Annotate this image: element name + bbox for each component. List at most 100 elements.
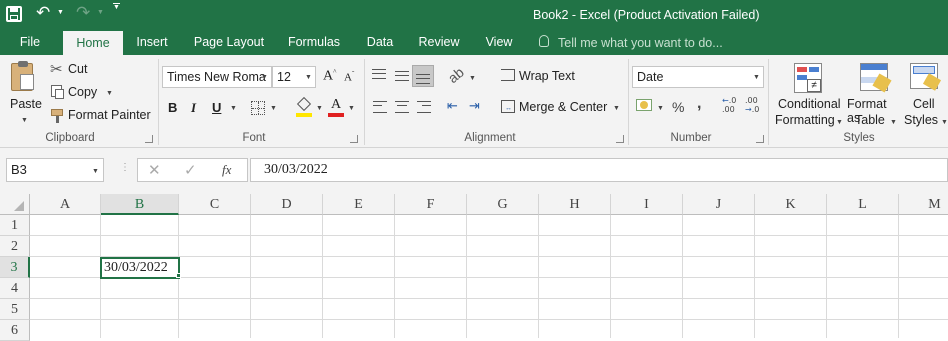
select-all-corner[interactable] — [0, 194, 30, 215]
format-painter-icon[interactable] — [51, 109, 63, 123]
cut-icon[interactable]: ✂ — [50, 60, 63, 78]
column-header-c[interactable]: C — [179, 194, 251, 215]
name-box-dropdown-icon[interactable]: ▼ — [92, 168, 99, 175]
accounting-format-dropdown-icon[interactable]: ▼ — [657, 105, 664, 112]
orientation-icon[interactable]: ab — [445, 64, 467, 86]
merge-center-button[interactable]: Merge & Center — [519, 100, 607, 114]
row-header-1[interactable]: 1 — [0, 215, 30, 236]
cell-b3[interactable]: 30/03/2022 — [100, 257, 181, 279]
copy-button[interactable]: Copy — [68, 85, 97, 99]
underline-dropdown-icon[interactable]: ▼ — [230, 105, 237, 112]
tab-view[interactable]: View — [477, 30, 521, 55]
align-top-icon[interactable] — [372, 69, 386, 79]
cut-button[interactable]: Cut — [68, 62, 87, 76]
tab-formulas[interactable]: Formulas — [280, 30, 348, 55]
borders-icon[interactable] — [251, 101, 265, 115]
align-bottom-icon[interactable] — [412, 65, 434, 87]
increase-indent-icon[interactable]: ⇥ — [469, 99, 480, 114]
worksheet-grid[interactable]: A B C D E F G H I J K L M 1 2 3 4 5 6 30… — [0, 194, 948, 341]
comma-style-button[interactable]: , — [697, 95, 701, 113]
align-left-icon[interactable] — [373, 101, 387, 113]
percent-style-button[interactable]: % — [672, 99, 684, 115]
row-header-3[interactable]: 3 — [0, 257, 30, 278]
tab-review[interactable]: Review — [411, 30, 467, 55]
clipboard-launcher-icon[interactable] — [145, 135, 153, 143]
insert-function-icon[interactable]: fx — [222, 162, 231, 178]
accounting-format-icon[interactable] — [636, 99, 652, 111]
format-as-table-button[interactable]: Format as Table ▼ — [845, 59, 903, 129]
undo-dropdown-icon[interactable]: ▼ — [57, 9, 64, 16]
borders-dropdown-icon[interactable]: ▼ — [270, 105, 277, 112]
copy-dropdown-icon[interactable]: ▼ — [106, 90, 113, 97]
column-header-l[interactable]: L — [827, 194, 899, 215]
align-right-icon[interactable] — [417, 101, 431, 113]
italic-button[interactable]: I — [191, 100, 196, 116]
merge-center-dropdown-icon[interactable]: ▼ — [613, 105, 620, 112]
tab-insert[interactable]: Insert — [128, 30, 176, 55]
tab-data[interactable]: Data — [358, 30, 402, 55]
font-name-dropdown-icon[interactable]: ▼ — [261, 74, 268, 81]
column-header-a[interactable]: A — [30, 194, 101, 215]
tell-me-search[interactable]: Tell me what you want to do... — [558, 36, 723, 50]
decrease-decimal-icon[interactable]: .00 →.0 — [745, 96, 759, 114]
font-name-select[interactable]: Times New Roma — [162, 66, 272, 88]
tab-file[interactable]: File — [10, 30, 50, 55]
redo-dropdown-icon[interactable]: ▼ — [97, 9, 104, 16]
font-color-dropdown-icon[interactable]: ▼ — [348, 105, 355, 112]
column-header-i[interactable]: I — [611, 194, 683, 215]
copy-icon[interactable] — [51, 85, 64, 99]
row-header-2[interactable]: 2 — [0, 236, 30, 257]
align-middle-icon[interactable] — [395, 71, 409, 81]
increase-font-size-icon[interactable]: A^ — [323, 68, 336, 85]
save-icon[interactable] — [6, 6, 22, 22]
name-box[interactable]: B3 — [6, 158, 104, 182]
column-header-e[interactable]: E — [323, 194, 395, 215]
column-header-d[interactable]: D — [251, 194, 323, 215]
paste-button[interactable]: Paste ▼ — [6, 61, 42, 129]
cancel-formula-icon[interactable]: ✕ — [148, 161, 161, 179]
number-format-select[interactable]: Date — [632, 66, 764, 88]
alignment-launcher-icon[interactable] — [616, 135, 624, 143]
column-header-f[interactable]: F — [395, 194, 467, 215]
formula-value: 30/03/2022 — [264, 162, 328, 177]
column-header-h[interactable]: H — [539, 194, 611, 215]
fill-color-icon[interactable] — [296, 96, 312, 117]
align-center-icon[interactable] — [395, 101, 409, 113]
fill-handle[interactable] — [176, 273, 181, 278]
number-launcher-icon[interactable] — [756, 135, 764, 143]
bold-button[interactable]: B — [168, 100, 177, 115]
format-painter-button[interactable]: Format Painter — [68, 108, 151, 122]
tab-home[interactable]: Home — [63, 31, 123, 55]
merge-center-icon[interactable]: ↔ — [501, 100, 515, 113]
column-header-g[interactable]: G — [467, 194, 539, 215]
customize-quick-access-icon[interactable]: ▼ — [113, 3, 120, 13]
tab-page-layout[interactable]: Page Layout — [186, 30, 272, 55]
row-header-4[interactable]: 4 — [0, 278, 30, 299]
wrap-text-button[interactable]: Wrap Text — [519, 69, 575, 83]
alignment-group-label: Alignment — [464, 132, 516, 144]
row-header-5[interactable]: 5 — [0, 299, 30, 320]
formula-input[interactable]: 30/03/2022 — [250, 158, 948, 182]
undo-icon[interactable]: ↶ — [36, 3, 50, 23]
number-format-value: Date — [637, 70, 664, 84]
cell-styles-button[interactable]: Cell Styles ▼ — [903, 59, 948, 129]
orientation-dropdown-icon[interactable]: ▼ — [469, 75, 476, 82]
enter-formula-icon[interactable]: ✓ — [184, 161, 197, 179]
column-header-m[interactable]: M — [899, 194, 948, 215]
redo-icon[interactable]: ↷ — [76, 3, 90, 23]
column-header-k[interactable]: K — [755, 194, 827, 215]
font-color-icon[interactable]: A — [328, 97, 344, 117]
conditional-formatting-button[interactable]: ≠ Conditional Formatting ▼ — [772, 59, 844, 129]
number-format-dropdown-icon[interactable]: ▼ — [753, 74, 760, 81]
font-size-dropdown-icon[interactable]: ▼ — [305, 74, 312, 81]
ribbon-tabs: File Home Insert Page Layout Formulas Da… — [0, 30, 948, 55]
fill-color-dropdown-icon[interactable]: ▼ — [316, 105, 323, 112]
font-launcher-icon[interactable] — [350, 135, 358, 143]
increase-decimal-icon[interactable]: ←.0.00 — [722, 96, 736, 114]
decrease-font-size-icon[interactable]: Aˇ — [344, 70, 354, 84]
column-header-b[interactable]: B — [101, 194, 179, 215]
column-header-j[interactable]: J — [683, 194, 755, 215]
underline-button[interactable]: U — [212, 100, 221, 115]
decrease-indent-icon[interactable]: ⇤ — [447, 99, 458, 114]
wrap-text-icon[interactable] — [501, 69, 515, 81]
